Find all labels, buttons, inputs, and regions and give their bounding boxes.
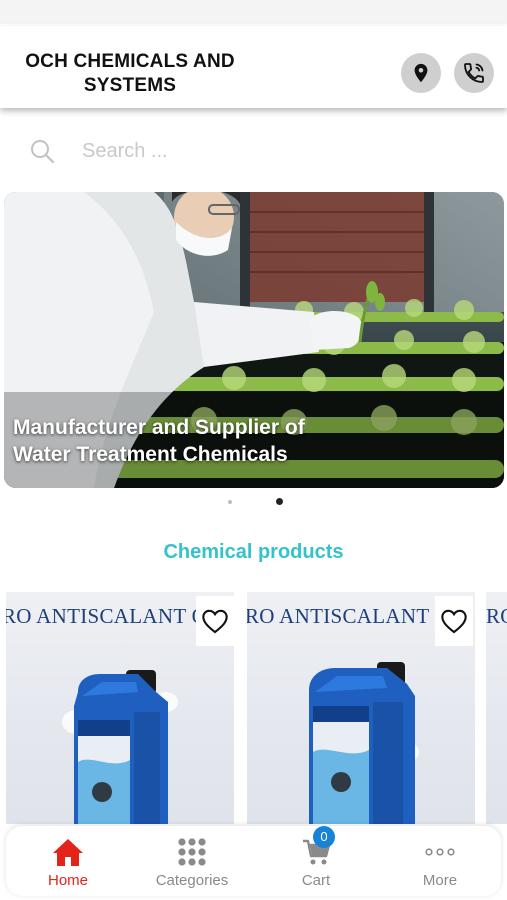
search-icon [31, 140, 55, 164]
tab-home-label: Home [47, 872, 88, 889]
tab-cart-label: Cart [301, 872, 331, 889]
banner-caption: Manufacturer and Supplier of Water Treat… [13, 414, 493, 468]
tab-cart[interactable]: 0 Cart [254, 826, 378, 896]
product-label: RO ANTISCALANT OC [247, 604, 465, 628]
favorite-button[interactable] [435, 596, 473, 646]
product-image [62, 670, 178, 824]
product-carousel: RO ANTISCALANT OC RO ANTISCALANT OC R [0, 592, 507, 824]
phone-call-icon [464, 63, 484, 83]
product-label: RO ANTISCALANT OC [6, 604, 222, 628]
product-label: RO [486, 604, 507, 628]
tab-more-label: More [422, 872, 458, 889]
location-button[interactable] [401, 53, 441, 93]
favorite-button[interactable] [196, 596, 234, 646]
product-card[interactable]: RO [486, 592, 507, 824]
map-pin-icon [414, 63, 428, 83]
banner-caption-line1: Manufacturer and Supplier of [13, 416, 305, 439]
heart-outline-icon [202, 609, 228, 634]
carousel-dot-active[interactable] [276, 498, 283, 505]
tab-categories[interactable]: Categories [130, 826, 254, 896]
home-icon [53, 839, 83, 866]
more-dots-icon [425, 848, 455, 856]
heart-outline-icon [441, 609, 467, 634]
product-card[interactable]: RO ANTISCALANT OC [247, 592, 475, 824]
call-button[interactable] [454, 53, 494, 93]
carousel-indicator [0, 497, 507, 507]
bottom-tab-bar: Home Categories 0 Cart More [6, 826, 501, 896]
status-strip [0, 0, 507, 24]
search-bar[interactable]: Search ... [20, 130, 487, 172]
product-image [309, 662, 419, 824]
banner-caption-line2: Water Treatment Chemicals [13, 443, 288, 466]
tab-categories-label: Categories [155, 872, 229, 889]
carousel-dot[interactable] [228, 500, 232, 504]
section-title: Chemical products [163, 541, 344, 563]
hero-banner[interactable]: Manufacturer and Supplier of Water Treat… [4, 192, 504, 488]
tab-more[interactable]: More [378, 826, 502, 896]
app-header: OCH CHEMICALS AND SYSTEMS [0, 26, 507, 108]
grid-icon [178, 838, 206, 866]
tab-home[interactable]: Home [6, 826, 130, 896]
cart-count-badge: 0 [313, 826, 335, 848]
search-input[interactable]: Search ... [82, 140, 168, 163]
brand-title: OCH CHEMICALS AND SYSTEMS [25, 51, 235, 96]
product-card[interactable]: RO ANTISCALANT OC [6, 592, 234, 824]
